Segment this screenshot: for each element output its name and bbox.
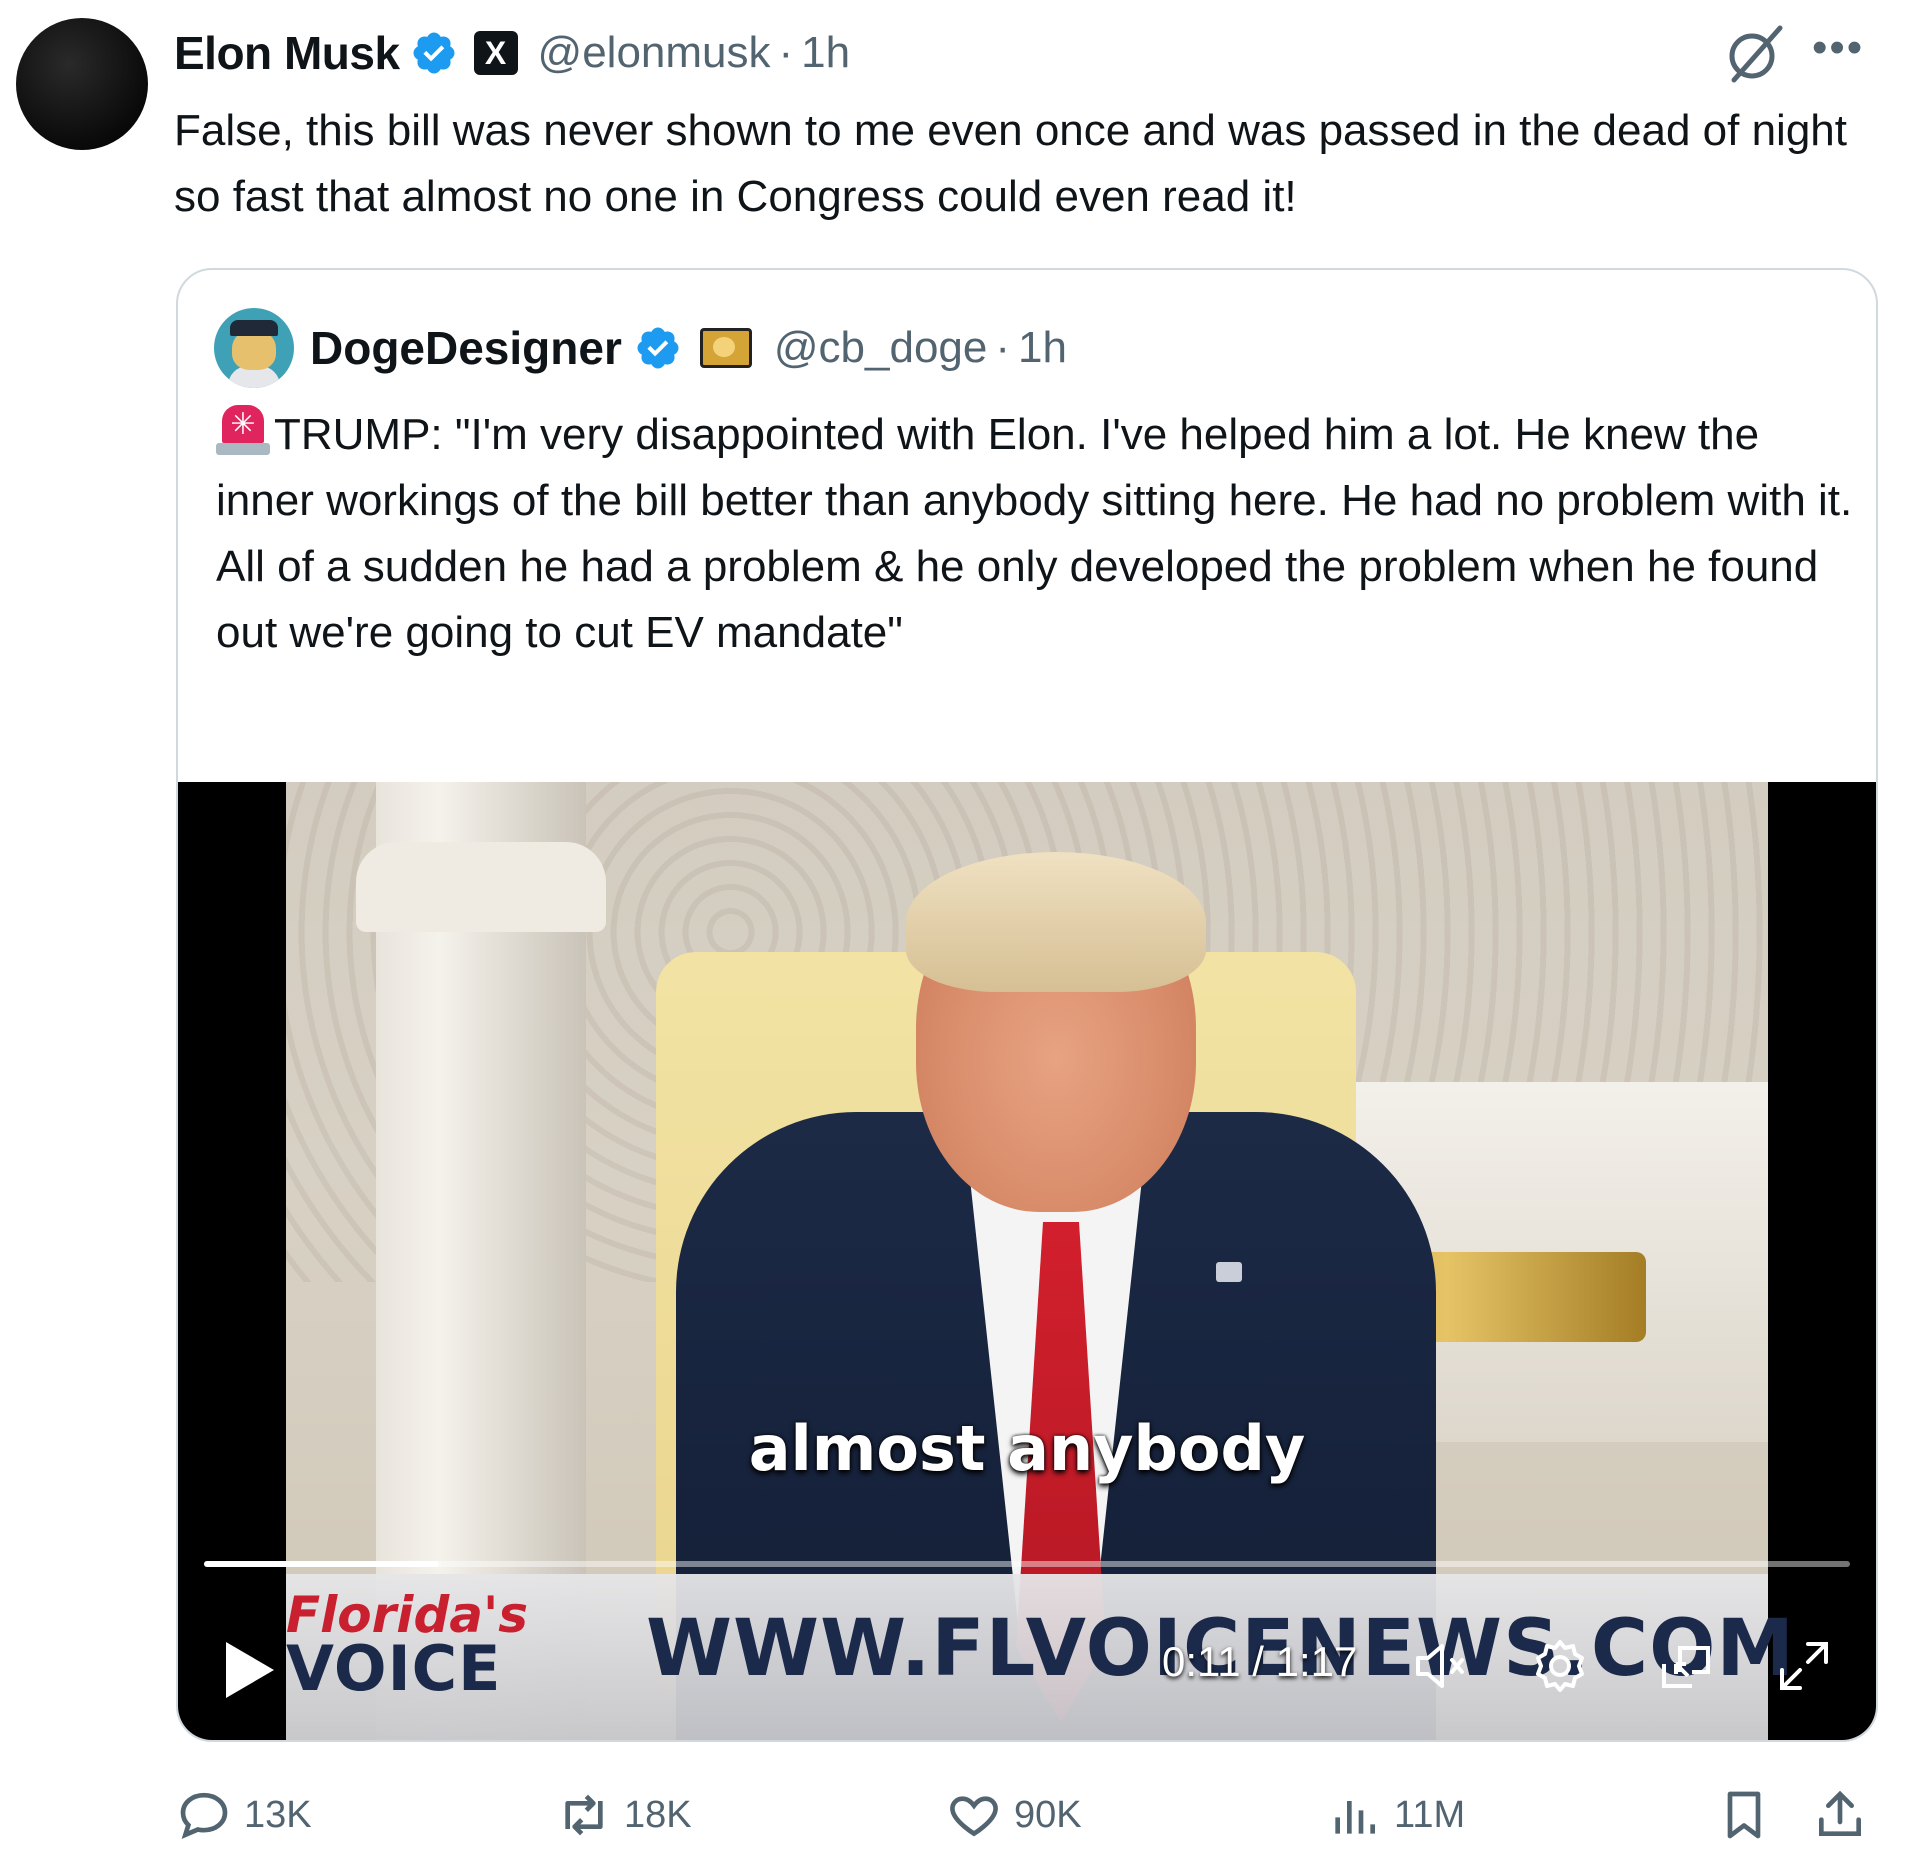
repost-count: 18K <box>624 1793 692 1836</box>
share-icon <box>1819 1790 1861 1836</box>
timestamp[interactable]: 1h <box>801 28 850 78</box>
quoted-timestamp: 1h <box>1018 323 1067 372</box>
video-time: 0:11 / 1:17 <box>1162 1638 1358 1685</box>
reply-icon <box>180 1792 228 1839</box>
muted-speaker-icon[interactable] <box>1410 1634 1474 1698</box>
tweet-action-bar: 13K 18K 90K 11M <box>176 1775 1876 1855</box>
grok-icon[interactable] <box>1722 22 1786 86</box>
settings-gear-icon[interactable] <box>1528 1634 1592 1698</box>
news-logo-line2: VOICE <box>286 1632 502 1705</box>
reply-button[interactable]: 13K <box>176 1775 312 1855</box>
video-progress-bar[interactable] <box>204 1561 1850 1567</box>
video-progress-fill <box>204 1561 440 1567</box>
views-button[interactable]: 11M <box>1326 1775 1465 1855</box>
separator-dot: · <box>778 28 794 77</box>
verified-badge-icon <box>637 327 679 369</box>
play-icon[interactable] <box>226 1642 274 1698</box>
tweet-text: False, this bill was never shown to me e… <box>174 106 1847 221</box>
views-chart-icon <box>1335 1801 1375 1834</box>
author-handle[interactable]: @elonmusk <box>538 28 771 78</box>
like-count: 90K <box>1014 1793 1082 1836</box>
more-options-icon[interactable]: ••• <box>1812 26 1864 70</box>
doge-affiliate-badge-icon <box>699 328 752 368</box>
video-caption: almost anybody <box>748 1412 1306 1485</box>
video-player[interactable]: almost anybody Florida's VOICE WWW.FLVOI… <box>178 782 1876 1740</box>
views-count: 11M <box>1394 1793 1466 1836</box>
quoted-author-name: DogeDesigner <box>310 322 622 374</box>
heart-icon <box>950 1796 998 1837</box>
quoted-author-avatar <box>214 308 294 388</box>
quoted-tweet-body: TRUMP: "I'm very disappointed with Elon.… <box>216 410 1853 657</box>
author-avatar[interactable] <box>16 18 148 150</box>
x-affiliate-badge-icon: X <box>473 31 518 75</box>
picture-in-picture-icon[interactable] <box>1654 1634 1718 1698</box>
quoted-tweet-card[interactable]: DogeDesigner @cb_doge · 1h ✳ TRUMP: "I'm … <box>176 268 1878 1742</box>
quoted-tweet-text: ✳ TRUMP: "I'm very disappointed with Elon… <box>216 402 1866 666</box>
repost-icon <box>565 1794 603 1836</box>
quoted-tweet-header: DogeDesigner @cb_doge · 1h <box>214 308 1067 388</box>
fullscreen-icon[interactable] <box>1772 1634 1836 1698</box>
share-button[interactable] <box>1812 1775 1880 1855</box>
quoted-author-handle: @cb_doge <box>773 323 988 372</box>
repost-button[interactable]: 18K <box>556 1775 692 1855</box>
bookmark-icon <box>1727 1791 1761 1839</box>
siren-emoji-icon: ✳ <box>216 405 270 455</box>
like-button[interactable]: 90K <box>946 1775 1082 1855</box>
separator-dot: · <box>995 323 1011 372</box>
tweet-header: Elon Musk X @elonmusk · 1h <box>174 18 850 88</box>
reply-count: 13K <box>244 1793 312 1836</box>
bookmark-button[interactable] <box>1716 1775 1784 1855</box>
author-name[interactable]: Elon Musk <box>174 26 400 80</box>
verified-badge-icon <box>413 32 455 74</box>
